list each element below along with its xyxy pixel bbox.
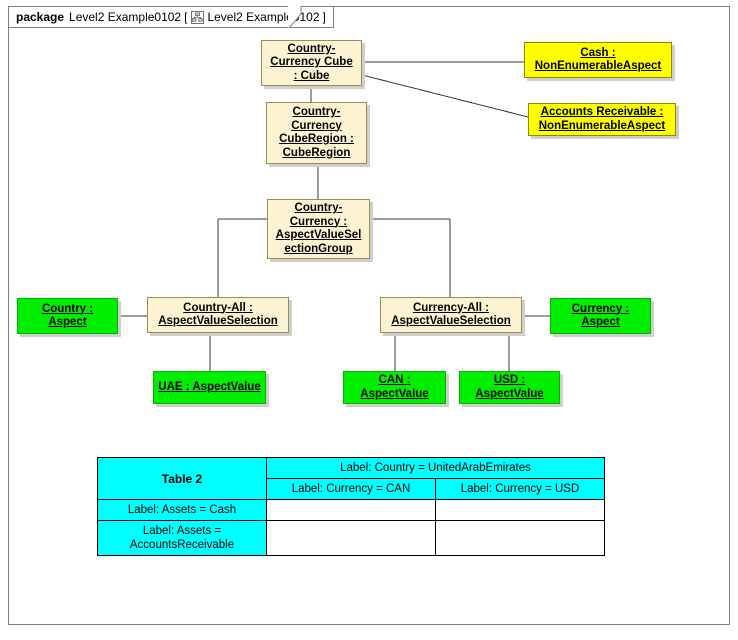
table-cell-ar-can	[266, 520, 436, 556]
table-country-header: Label: Country = UnitedArabEmirates	[266, 457, 605, 479]
package-tab-corner	[288, 6, 302, 29]
table-title-cell: Table 2	[97, 457, 267, 500]
node-label: UAE : AspectValue	[158, 380, 261, 393]
table-row: Label: Assets = AccountsReceivable	[97, 520, 605, 556]
node-country-aspect[interactable]: Country : Aspect	[17, 298, 118, 334]
package-name: Level2 Example0102	[69, 10, 182, 24]
package-keyword: package	[16, 10, 65, 24]
bracket-open: [	[184, 10, 188, 24]
node-label: CAN : AspectValue	[360, 374, 429, 400]
node-uae-aspectvalue[interactable]: UAE : AspectValue	[153, 371, 266, 404]
node-accounts-receivable[interactable]: Accounts Receivable : NonEnumerableAspect	[528, 103, 676, 136]
example-table: Table 2 Label: Country = UnitedArabEmira…	[97, 457, 605, 556]
node-label: Country-All : AspectValueSelection	[158, 301, 278, 328]
class-diagram-icon	[191, 10, 205, 24]
package-header-tab: package Level2 Example0102 [ Level2 Exam…	[8, 6, 334, 28]
table-row: Label: Assets = Cash	[97, 499, 605, 521]
node-can-aspectvalue[interactable]: CAN : AspectValue	[343, 371, 446, 404]
table-row-header-accounts-receivable: Label: Assets = AccountsReceivable	[97, 520, 267, 556]
diagram-canvas: package Level2 Example0102 [ Level2 Exam…	[0, 0, 738, 640]
node-label: USD : AspectValue	[475, 374, 544, 400]
node-country-all[interactable]: Country-All : AspectValueSelection	[147, 297, 289, 333]
node-label: Accounts Receivable : NonEnumerableAspect	[538, 106, 666, 132]
node-label: Country- Currency Cube: Cube	[270, 42, 353, 82]
bracket-close: ]	[322, 10, 326, 24]
table-cell-cash-can	[266, 499, 436, 521]
node-label: Currency : Aspect	[571, 302, 630, 329]
node-currency-all[interactable]: Currency-All : AspectValueSelection	[380, 297, 522, 333]
node-country-currency-cube[interactable]: Country- Currency Cube: Cube	[261, 40, 362, 86]
node-label: Country- Currency : AspectValueSel ectionGr…	[275, 202, 362, 255]
table-cell-cash-usd	[435, 499, 605, 521]
node-currency-aspect[interactable]: Currency : Aspect	[550, 298, 651, 334]
table-currency-can-header: Label: Currency = CAN	[266, 478, 436, 500]
node-country-currency-cuberegion[interactable]: Country- Currency CubeRegion : CubeRegion	[266, 102, 367, 164]
node-label: Currency-All : AspectValueSelection	[391, 301, 511, 328]
package-frame-label: Level2 Example0102	[207, 10, 320, 24]
table-row: Table 2 Label: Country = UnitedArabEmira…	[97, 457, 605, 500]
node-country-currency-avs-group[interactable]: Country- Currency : AspectValueSel ectionGr…	[267, 199, 370, 259]
table-currency-usd-header: Label: Currency = USD	[435, 478, 605, 500]
node-label: Country : Aspect	[41, 302, 94, 329]
table-cell-ar-usd	[435, 520, 605, 556]
node-usd-aspectvalue[interactable]: USD : AspectValue	[459, 371, 560, 404]
node-label: Country- Currency CubeRegion : CubeRegion	[279, 106, 354, 159]
node-label: Cash : NonEnumerableAspect	[534, 46, 662, 73]
table-row-header-cash: Label: Assets = Cash	[97, 499, 267, 521]
node-cash[interactable]: Cash : NonEnumerableAspect	[524, 42, 672, 78]
